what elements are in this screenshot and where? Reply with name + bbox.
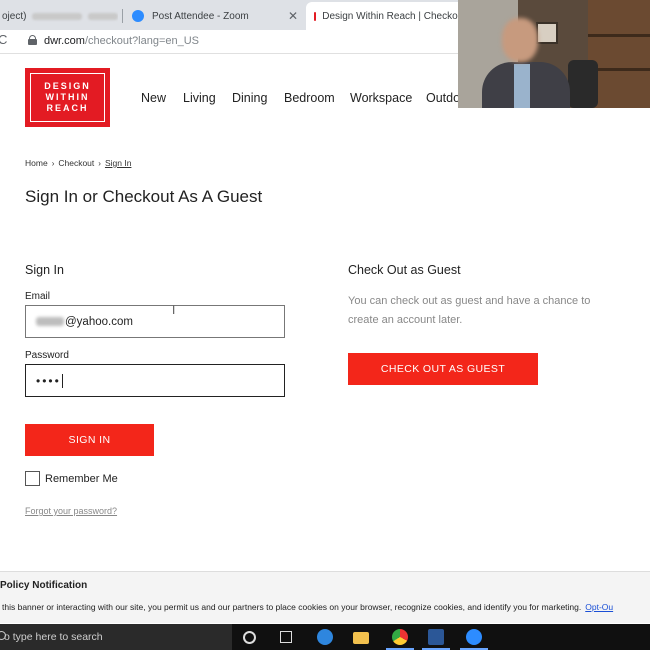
search-placeholder: o type here to search (4, 631, 103, 643)
nav-dining[interactable]: Dining (232, 91, 267, 105)
check-out-as-guest-button[interactable]: CHECK OUT AS GUEST (348, 353, 538, 385)
lock-icon[interactable] (28, 35, 37, 45)
redacted-text (88, 12, 118, 20)
cortana-icon[interactable] (243, 631, 256, 644)
guest-heading: Check Out as Guest (348, 263, 461, 277)
page-title: Sign In or Checkout As A Guest (25, 187, 263, 206)
cookie-banner: Policy Notification this banner or inter… (0, 571, 650, 623)
email-value: @yahoo.com (65, 315, 133, 328)
nav-bedroom[interactable]: Bedroom (284, 91, 335, 105)
redacted-email-user (36, 317, 64, 326)
taskbar-search-box[interactable]: o type here to search (0, 624, 232, 650)
nav-outdoor[interactable]: Outdo (426, 91, 460, 105)
tab-label: Post Attendee - Zoom (152, 10, 249, 22)
text-cursor-icon: I (172, 303, 176, 317)
dwr-logo[interactable]: DESIGN WITHIN REACH (25, 68, 110, 127)
file-explorer-icon[interactable] (353, 632, 369, 644)
edge-icon[interactable] (317, 629, 333, 645)
redacted-email (32, 12, 83, 20)
tab-dwr-checkout[interactable]: Design Within Reach | Checkout (306, 2, 466, 30)
logo-text: REACH (46, 103, 89, 113)
screen: oject) Post Attendee - Zoom ✕ Design Wit… (0, 0, 650, 650)
cookie-banner-text: this banner or interacting with our site… (2, 602, 613, 612)
breadcrumb-checkout[interactable]: Checkout (58, 158, 94, 168)
text-caret (61, 373, 63, 388)
chevron-right-icon: › (51, 158, 55, 168)
url-host: dwr.com (44, 35, 85, 47)
close-icon[interactable]: ✕ (288, 9, 298, 23)
logo-text: DESIGN (44, 81, 91, 91)
email-label: Email (25, 291, 51, 302)
logo-text: WITHIN (45, 92, 90, 102)
tab-zoom[interactable]: Post Attendee - Zoom ✕ (126, 2, 304, 30)
dwr-favicon-icon (314, 11, 317, 21)
opt-out-link[interactable]: Opt-Ou (585, 602, 613, 612)
password-field[interactable]: •••• (25, 364, 285, 397)
remember-me[interactable]: Remember Me (25, 471, 118, 486)
nav-living[interactable]: Living (183, 91, 216, 105)
breadcrumb-home[interactable]: Home (25, 158, 48, 168)
chrome-icon[interactable] (392, 629, 408, 645)
word-icon[interactable] (428, 629, 444, 645)
remember-me-label: Remember Me (45, 472, 118, 485)
breadcrumb-sign-in[interactable]: Sign In (105, 158, 131, 168)
tab-project[interactable]: oject) (0, 2, 118, 30)
password-label: Password (25, 350, 69, 361)
sign-in-heading: Sign In (25, 263, 64, 277)
sign-in-button[interactable]: SIGN IN (25, 424, 154, 456)
tab-separator (122, 9, 123, 23)
windows-taskbar: o type here to search (0, 624, 650, 650)
task-view-icon[interactable] (280, 631, 292, 643)
breadcrumb: Home › Checkout › Sign In (25, 158, 131, 168)
zoom-favicon-icon (132, 10, 144, 22)
cookie-banner-body: this banner or interacting with our site… (2, 602, 582, 612)
zoom-icon[interactable] (466, 629, 482, 645)
tab-label: Design Within Reach | Checkout (322, 10, 466, 22)
webcam-video-overlay (458, 0, 650, 108)
cookie-banner-title: Policy Notification (0, 580, 88, 591)
guest-description: You can check out as guest and have a ch… (348, 295, 591, 326)
nav-new[interactable]: New (141, 91, 166, 105)
password-value: •••• (36, 373, 61, 388)
remember-me-checkbox[interactable] (25, 471, 40, 486)
url-path: /checkout?lang=en_US (84, 35, 200, 47)
forgot-password-link[interactable]: Forgot your password? (25, 506, 117, 516)
tab-label: oject) (2, 10, 27, 22)
nav-workspace[interactable]: Workspace (350, 91, 412, 105)
email-field[interactable]: @yahoo.com (25, 305, 285, 338)
chevron-right-icon: › (98, 158, 101, 168)
url-field[interactable]: dwr.com/checkout?lang=en_US (44, 35, 199, 47)
reload-icon[interactable]: C (0, 32, 7, 47)
